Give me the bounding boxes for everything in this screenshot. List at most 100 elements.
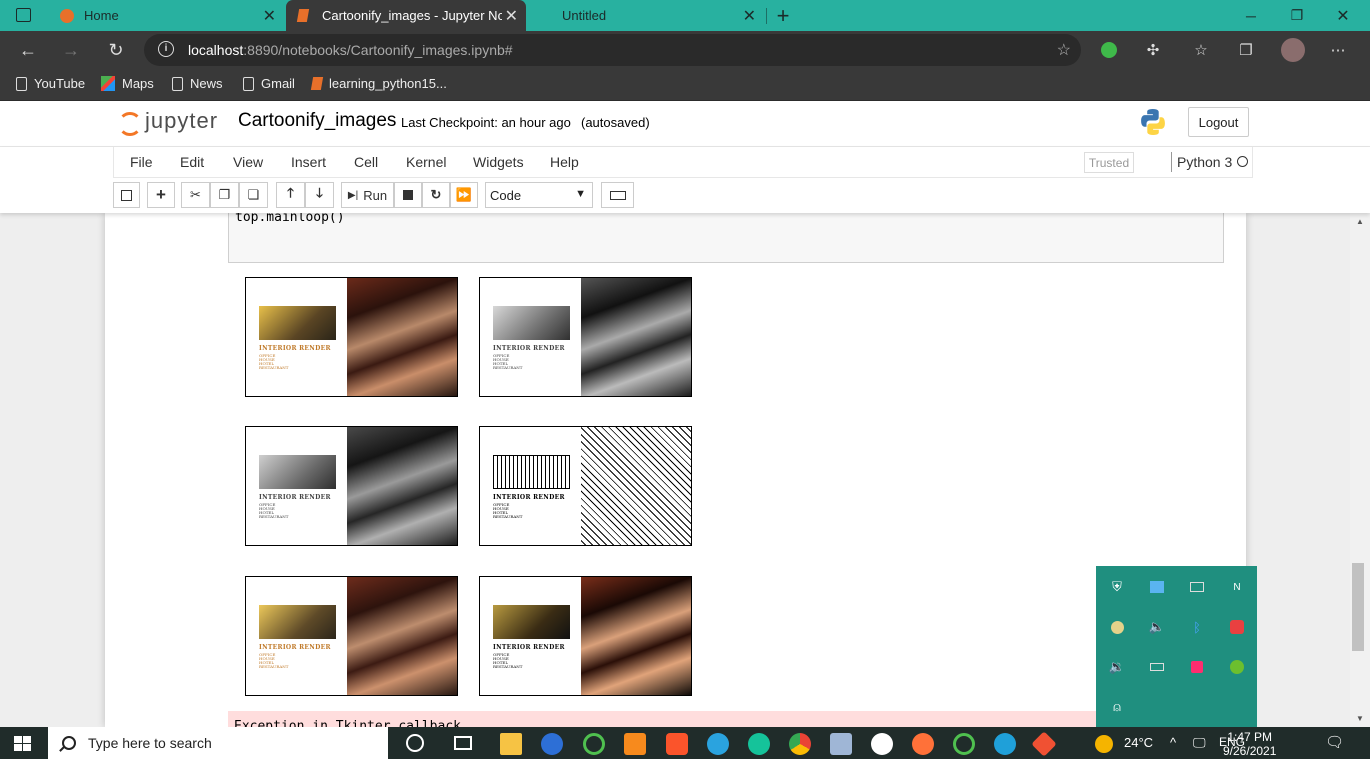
close-icon[interactable]: ✕ (743, 6, 756, 26)
scroll-up-icon[interactable]: ▲ (1356, 217, 1364, 226)
headset-icon[interactable]: ⍝ (1107, 697, 1127, 717)
cell-type-select[interactable]: Code ▼ (485, 182, 593, 208)
cut-button[interactable]: ✂ (181, 182, 210, 208)
favorites-icon[interactable]: ☆ (1191, 40, 1211, 60)
favorite-star-icon[interactable]: ☆ (1057, 40, 1071, 60)
maximize-button[interactable]: ❐ (1274, 0, 1320, 31)
git-icon[interactable] (1031, 731, 1057, 757)
menu-view[interactable]: View (233, 154, 263, 170)
bluetooth-icon[interactable]: ᛒ (1187, 617, 1207, 637)
cortana-icon[interactable] (406, 734, 424, 752)
move-up-button[interactable]: 🡑 (276, 182, 305, 208)
interrupt-button[interactable] (394, 182, 422, 208)
search-placeholder: Type here to search (88, 735, 212, 751)
shield-extension-icon[interactable] (1099, 40, 1119, 60)
collections-icon[interactable]: ❐ (1236, 40, 1256, 60)
close-window-button[interactable]: ✕ (1320, 0, 1366, 31)
app-icon-ring[interactable] (583, 733, 605, 755)
grammarly-icon[interactable] (748, 733, 770, 755)
insert-cell-button[interactable]: + (147, 182, 175, 208)
taskbar-search[interactable]: Type here to search (48, 727, 388, 759)
weather-icon[interactable] (1095, 735, 1113, 753)
tab-actions-icon[interactable] (16, 8, 31, 22)
menu-file[interactable]: File (130, 154, 153, 170)
forward-button[interactable]: → (56, 35, 86, 65)
minimize-button[interactable]: ─ (1228, 0, 1274, 31)
firefox-icon[interactable] (912, 733, 934, 755)
menu-kernel[interactable]: Kernel (406, 154, 446, 170)
tab-cartoonify[interactable]: Cartoonify_images - Jupyter Not ✕ (286, 0, 526, 31)
bookmark-news[interactable]: News (172, 76, 223, 91)
run-button[interactable]: ▶| Run (341, 182, 394, 208)
telegram-icon[interactable] (707, 733, 729, 755)
sublime-text-icon[interactable] (624, 733, 646, 755)
trusted-indicator[interactable]: Trusted (1084, 152, 1134, 173)
virtualbox-icon[interactable] (830, 733, 852, 755)
jupyter-logo[interactable]: jupyter (117, 108, 218, 136)
profile-avatar[interactable] (1281, 38, 1305, 62)
copy-button[interactable]: ❐ (210, 182, 239, 208)
menu-cell[interactable]: Cell (354, 154, 378, 170)
menu-insert[interactable]: Insert (291, 154, 326, 170)
bookmark-gmail[interactable]: Gmail (243, 76, 295, 91)
disc-icon[interactable] (1107, 617, 1127, 637)
close-icon[interactable]: ✕ (263, 6, 276, 26)
tab-untitled[interactable]: Untitled ✕ (528, 0, 764, 31)
image-subtitle-lines: OFFICE HOUSE HOTEL RESTAURANT (493, 653, 522, 669)
battery-icon[interactable] (1147, 657, 1167, 677)
display-icon[interactable] (1187, 577, 1207, 597)
reload-button[interactable]: ↻ (101, 35, 131, 65)
windows-start-icon[interactable] (14, 736, 32, 752)
bookmark-maps[interactable]: Maps (101, 76, 154, 91)
restart-button[interactable]: ↻ (422, 182, 450, 208)
audio-app-icon[interactable]: 🔈 (1147, 617, 1167, 637)
edge-icon[interactable] (994, 733, 1016, 755)
bookmark-learning-python[interactable]: learning_python15... (310, 76, 447, 91)
paste-button[interactable]: ❏ (239, 182, 268, 208)
menu-help[interactable]: Help (550, 154, 579, 170)
menu-edit[interactable]: Edit (180, 154, 204, 170)
more-menu-icon[interactable]: ⋯ (1328, 40, 1348, 60)
logout-button[interactable]: Logout (1188, 107, 1249, 137)
security-shield-icon[interactable]: ⛨ (1107, 577, 1127, 597)
interior-room-image (347, 278, 457, 396)
task-view-icon[interactable] (454, 736, 472, 750)
weather-temp[interactable]: 24°C (1124, 735, 1153, 750)
save-button[interactable] (113, 182, 140, 208)
move-down-button[interactable]: 🡓 (305, 182, 334, 208)
site-info-icon[interactable]: i (158, 41, 174, 57)
app-icon-bird[interactable] (541, 733, 563, 755)
file-explorer-icon[interactable] (500, 733, 522, 755)
network-icon[interactable]: 🖵 (1193, 735, 1206, 751)
check-app-icon[interactable] (1227, 657, 1247, 677)
menu-widgets[interactable]: Widgets (473, 154, 524, 170)
notebook-name[interactable]: Cartoonify_images (238, 110, 396, 132)
interior-room-image (581, 427, 691, 545)
app-icon-ring-2[interactable] (953, 733, 975, 755)
restart-run-all-button[interactable]: ⏩ (450, 182, 478, 208)
network-app-icon[interactable] (1147, 577, 1167, 597)
puzzle-extensions-icon[interactable]: ✣ (1143, 40, 1163, 60)
scrollbar-thumb[interactable] (1352, 563, 1364, 651)
clock[interactable]: 1:47 PM 9/26/2021 (1223, 730, 1276, 758)
bag-app-icon[interactable] (1187, 657, 1207, 677)
bookmark-youtube[interactable]: YouTube (16, 76, 85, 91)
brave-icon[interactable] (666, 733, 688, 755)
chrome-icon[interactable] (789, 733, 811, 755)
back-button[interactable]: ← (13, 35, 43, 65)
close-icon[interactable]: ✕ (505, 6, 518, 26)
code-cell[interactable]: top.mainloop() (228, 213, 1224, 263)
tab-home[interactable]: Home ✕ (48, 0, 284, 31)
nvidia-icon[interactable]: N (1227, 577, 1247, 597)
command-palette-button[interactable] (601, 182, 634, 208)
page-scrollbar[interactable]: ▲ ▼ (1350, 213, 1370, 727)
scroll-down-icon[interactable]: ▼ (1356, 714, 1364, 723)
tray-chevron-up-icon[interactable]: ^ (1170, 735, 1176, 750)
address-bar[interactable]: i localhost:8890/notebooks/Cartoonify_im… (144, 34, 1081, 66)
screen-record-icon[interactable] (1227, 617, 1247, 637)
speaker-icon[interactable]: 🔉 (1107, 657, 1127, 677)
app-icon-headset[interactable] (871, 733, 893, 755)
tab-label: Cartoonify_images - Jupyter Not (322, 8, 502, 23)
notifications-icon[interactable]: 🗨 (1325, 733, 1344, 751)
new-tab-button[interactable]: + (772, 0, 794, 31)
